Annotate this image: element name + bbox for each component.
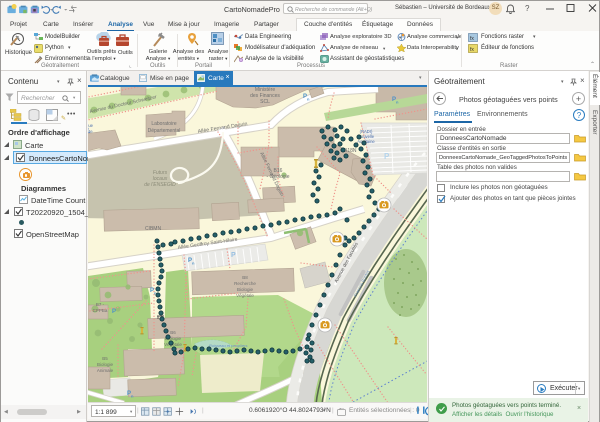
svg-text:P: P	[231, 252, 236, 259]
svg-text:Laboratoire: Laboratoire	[151, 121, 177, 127]
svg-text:B18N: B18N	[344, 148, 357, 154]
svg-text:B7 -: B7 -	[96, 302, 105, 307]
svg-text:Animale: Animale	[97, 368, 114, 373]
svg-text:SCL: SCL	[260, 99, 270, 105]
svg-text:- Géologie: - Géologie	[266, 174, 289, 180]
svg-text:Départemental: Départemental	[148, 128, 181, 134]
svg-text:fx: fx	[470, 47, 474, 53]
svg-text:Biologie: Biologie	[97, 362, 114, 367]
svg-text:P: P	[112, 309, 116, 315]
svg-text:P: P	[384, 152, 390, 161]
svg-text:B5: B5	[102, 356, 108, 361]
svg-text:iste: iste	[88, 129, 93, 134]
svg-text:fx: fx	[470, 36, 474, 42]
svg-text:CPPBa: CPPBa	[93, 308, 108, 313]
svg-text:que: que	[88, 123, 94, 128]
svg-text:Biologie: Biologie	[237, 287, 254, 292]
svg-text:Recherche: Recherche	[234, 281, 256, 286]
svg-text:B6: B6	[170, 330, 176, 335]
svg-text:Végétale: Végétale	[236, 293, 254, 298]
svg-text:Ruisseau et peupliers: Ruisseau et peupliers	[209, 343, 247, 348]
svg-text:de l'ENSEGID: de l'ENSEGID	[144, 182, 176, 188]
svg-text:CIBMN: CIBMN	[145, 226, 162, 232]
svg-text:B8: B8	[242, 275, 248, 280]
